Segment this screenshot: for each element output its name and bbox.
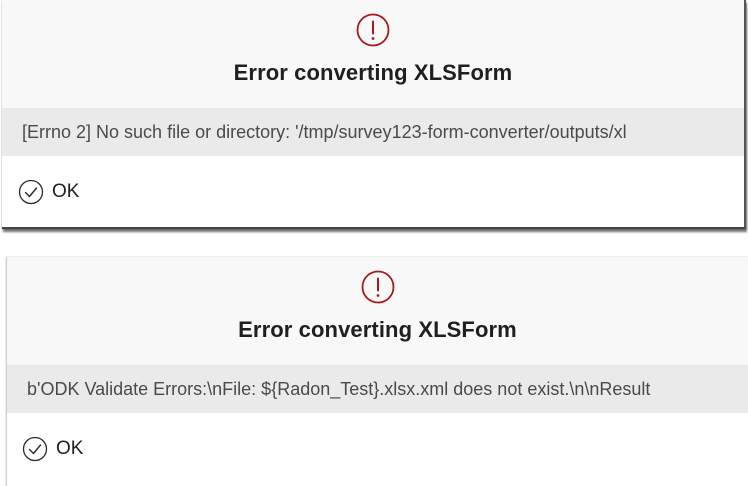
dialog-title: Error converting XLSForm bbox=[238, 317, 517, 342]
error-message: b'ODK Validate Errors:\nFile: ${Radon_Te… bbox=[7, 365, 748, 413]
dialog-header: Error converting XLSForm bbox=[7, 257, 748, 365]
exclamation-circle-icon bbox=[361, 270, 394, 304]
ok-button[interactable]: OK bbox=[18, 176, 79, 208]
dialog-header: Error converting XLSForm bbox=[2, 0, 744, 108]
ok-label: OK bbox=[56, 438, 84, 459]
error-message: [Errno 2] No such file or directory: '/t… bbox=[2, 108, 744, 156]
error-dialog: Error converting XLSForm b'ODK Validate … bbox=[6, 257, 748, 486]
exclamation-circle-icon bbox=[356, 13, 390, 47]
dialog-title: Error converting XLSForm bbox=[233, 60, 513, 85]
check-circle-icon bbox=[18, 179, 44, 205]
ok-button[interactable]: OK bbox=[22, 433, 83, 465]
error-dialog: Error converting XLSForm [Errno 2] No su… bbox=[2, 0, 746, 229]
check-circle-icon bbox=[22, 436, 48, 462]
ok-label: OK bbox=[52, 181, 80, 202]
